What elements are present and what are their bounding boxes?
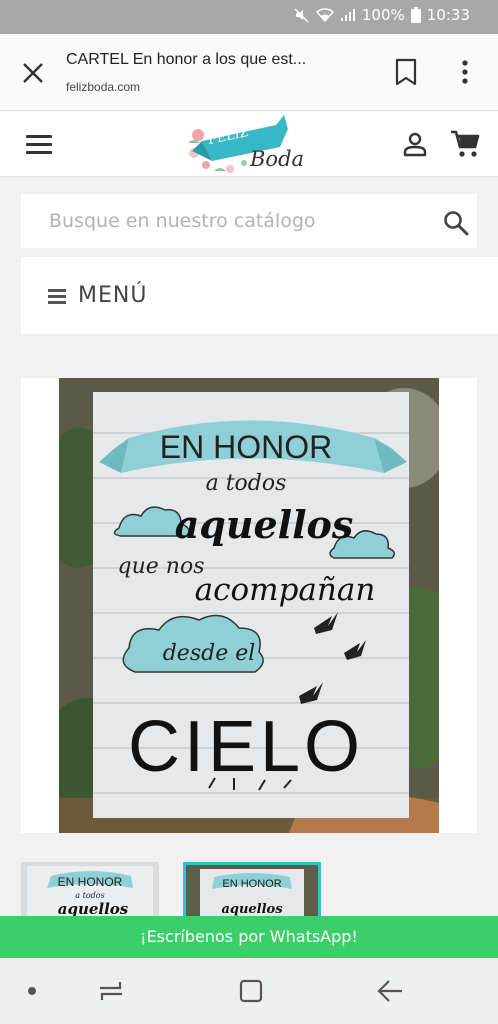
- search-bar: [21, 194, 477, 248]
- sign-line-7: CIELO: [128, 707, 364, 787]
- sign-line-5: acompañan: [195, 572, 376, 608]
- product-photo[interactable]: EN HONOR a todos aquellos que nos acompa…: [59, 378, 439, 833]
- cart-icon[interactable]: [450, 129, 480, 159]
- close-icon[interactable]: [20, 60, 46, 86]
- thumb-2-line-3: aquellos: [221, 902, 283, 917]
- sign-line-2: a todos: [206, 471, 287, 496]
- mute-icon: [294, 8, 309, 23]
- menu-toggle[interactable]: MENÚ: [21, 257, 498, 334]
- sign-line-4: que nos: [118, 554, 205, 579]
- bookmark-icon[interactable]: [394, 58, 418, 86]
- sign-line-6: desde el: [163, 641, 256, 666]
- home-icon[interactable]: [238, 978, 264, 1004]
- product-image-card: EN HONOR a todos aquellos que nos acompa…: [21, 378, 477, 833]
- sign-line-3: aquellos: [175, 502, 354, 547]
- thumbnail-1-illustration: EN HONOR a todos aquellos: [21, 862, 159, 922]
- product-thumbnail-1[interactable]: EN HONOR a todos aquellos: [21, 862, 159, 922]
- menu-icon: [48, 289, 66, 307]
- status-time: 10:33: [426, 6, 470, 24]
- hamburger-icon[interactable]: [26, 135, 52, 154]
- battery-percent: 100%: [361, 6, 405, 24]
- battery-icon: [410, 7, 421, 23]
- page-title: CARTEL En honor a los que est...: [66, 51, 307, 68]
- site-header: FELIZ Boda: [0, 111, 498, 177]
- nav-dot-icon[interactable]: [28, 987, 36, 995]
- status-icons: 100% 10:33: [294, 6, 470, 24]
- status-bar: 100% 10:33: [0, 0, 498, 34]
- whatsapp-button[interactable]: ¡Escríbenos por WhatsApp!: [0, 916, 498, 958]
- product-sign-illustration: EN HONOR a todos aquellos que nos acompa…: [59, 378, 439, 833]
- more-vert-icon[interactable]: [460, 59, 470, 87]
- logo-script-text: Boda: [250, 147, 305, 171]
- thumb-2-line-1: EN HONOR: [222, 878, 281, 890]
- page-domain: felizboda.com: [66, 80, 141, 94]
- product-thumbnail-2-selected[interactable]: EN HONOR aquellos: [183, 862, 321, 922]
- search-icon[interactable]: [443, 210, 469, 236]
- signal-icon: [340, 9, 355, 21]
- search-input[interactable]: [21, 194, 421, 248]
- user-icon[interactable]: [402, 131, 428, 157]
- thumb-1-line-2: a todos: [75, 891, 104, 900]
- browser-toolbar: CARTEL En honor a los que est... felizbo…: [0, 34, 498, 111]
- site-logo[interactable]: FELIZ Boda: [184, 113, 314, 177]
- menu-label: MENÚ: [78, 283, 148, 308]
- wifi-icon: [315, 8, 334, 22]
- thumb-1-line-1: EN HONOR: [58, 875, 123, 889]
- back-icon[interactable]: [376, 978, 404, 1004]
- android-nav-bar: [0, 958, 498, 1024]
- recent-apps-icon[interactable]: [98, 978, 124, 1004]
- thumbnail-2-illustration: EN HONOR aquellos: [186, 865, 318, 919]
- sign-line-1: EN HONOR: [160, 429, 332, 465]
